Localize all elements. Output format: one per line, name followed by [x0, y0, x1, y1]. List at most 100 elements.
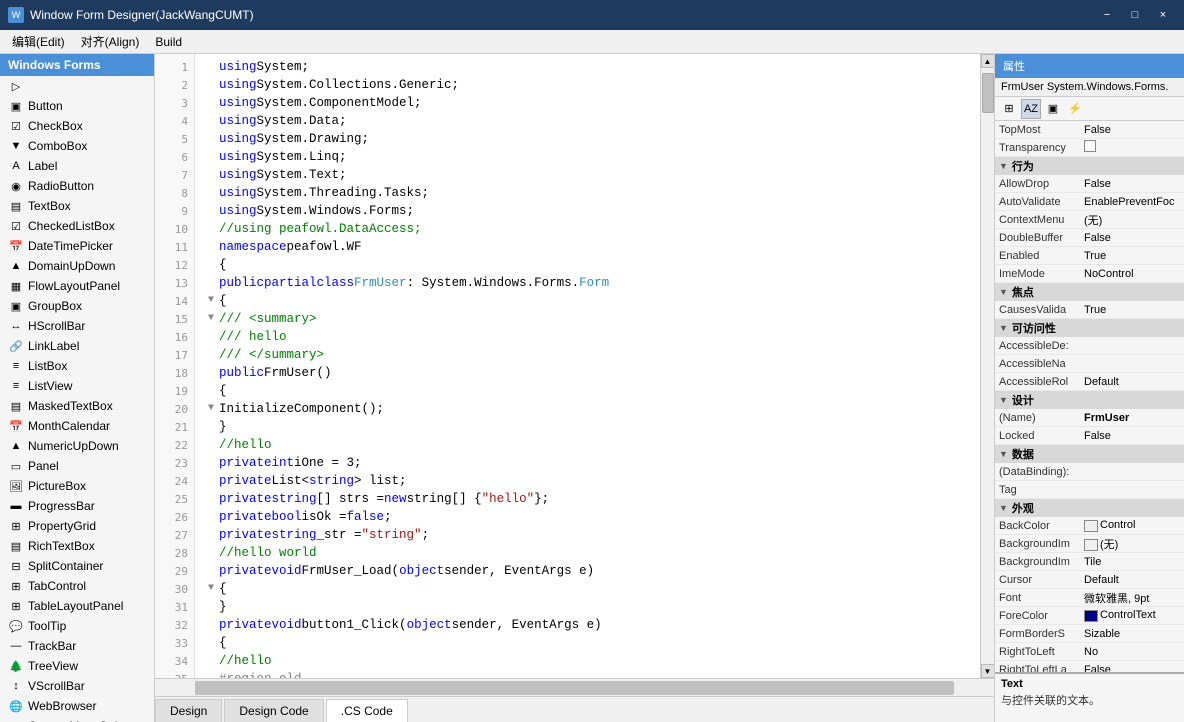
scroll-down-btn[interactable]: ▼ — [981, 664, 995, 678]
prop-row[interactable]: Font微软雅黑, 9pt — [995, 589, 1184, 607]
toolbox-item[interactable]: ▬ProgressBar — [0, 496, 154, 516]
toolbox-item[interactable]: ▤RichTextBox — [0, 536, 154, 556]
toolbox-item[interactable]: ↕VScrollBar — [0, 676, 154, 696]
prop-row[interactable]: ForeColorControlText — [995, 607, 1184, 625]
code-token: partial — [264, 274, 317, 292]
toolbox-item[interactable]: 🖼PictureBox — [0, 476, 154, 496]
prop-row[interactable]: BackgroundIm(无) — [995, 535, 1184, 553]
toolbox-item[interactable]: ⊞TableLayoutPanel — [0, 596, 154, 616]
toolbox-item[interactable]: ▤TextBox — [0, 196, 154, 216]
toolbox-item[interactable]: 🔗LinkLabel — [0, 336, 154, 356]
tab-design[interactable]: Design — [155, 699, 222, 722]
prop-row[interactable]: BackColorControl — [995, 517, 1184, 535]
editor-scrollbar-v[interactable]: ▲ ▼ — [980, 54, 994, 678]
toolbox-item-label: TabControl — [28, 579, 86, 593]
toolbox-item[interactable]: ▲DomainUpDown — [0, 256, 154, 276]
prop-row-causesvalidation[interactable]: CausesValidaTrue — [995, 301, 1184, 319]
toolbox-item[interactable]: ◉RadioButton — [0, 176, 154, 196]
prop-checkbox[interactable] — [1084, 140, 1096, 152]
scroll-up-btn[interactable]: ▲ — [981, 54, 995, 68]
prop-row[interactable]: AllowDropFalse — [995, 175, 1184, 193]
toolbox-item[interactable]: 📅MonthCalendar — [0, 416, 154, 436]
toolbox-item[interactable]: —TrackBar — [0, 636, 154, 656]
prop-row[interactable]: AutoValidateEnablePreventFoc — [995, 193, 1184, 211]
toolbox-item[interactable]: 📅DateTimePicker — [0, 236, 154, 256]
prop-row[interactable]: (DataBinding): — [995, 463, 1184, 481]
toolbox-item[interactable]: ⊟SplitContainer — [0, 556, 154, 576]
section-collapse-btn[interactable]: ▼ — [999, 287, 1008, 297]
prop-row[interactable]: AccessibleNa — [995, 355, 1184, 373]
toolbox-item[interactable]: ⊞TabControl — [0, 576, 154, 596]
prop-row[interactable]: RightToLeftNo — [995, 643, 1184, 661]
toolbox-item[interactable]: ▷ — [0, 76, 154, 96]
fold-marker[interactable]: ▼ — [203, 580, 219, 598]
fold-marker[interactable]: ▼ — [203, 292, 219, 310]
prop-row[interactable]: CursorDefault — [995, 571, 1184, 589]
h-scroll-thumb[interactable] — [195, 681, 954, 695]
toolbox-item[interactable]: ALabel — [0, 156, 154, 176]
section-collapse-btn[interactable]: ▼ — [999, 503, 1008, 513]
toolbox-item[interactable]: ▤MaskedTextBox — [0, 396, 154, 416]
prop-row[interactable]: AccessibleDe: — [995, 337, 1184, 355]
scroll-track[interactable] — [981, 68, 995, 664]
properties-header: 属性 — [995, 54, 1184, 78]
code-token: System.ComponentModel; — [257, 94, 422, 112]
prop-row[interactable]: (Name)FrmUser — [995, 409, 1184, 427]
menu-build[interactable]: Build — [147, 31, 190, 53]
prop-row[interactable]: ImeModeNoControl — [995, 265, 1184, 283]
close-btn[interactable]: × — [1150, 5, 1176, 25]
prop-row[interactable]: FormBorderSSizable — [995, 625, 1184, 643]
editor-scrollbar-h[interactable] — [155, 679, 994, 696]
menu-edit[interactable]: 编辑(Edit) — [4, 31, 73, 53]
code-token: { — [219, 292, 227, 310]
props-props-btn[interactable]: ▣ — [1043, 99, 1063, 119]
toolbox-item[interactable]: ☑CheckedListBox — [0, 216, 154, 236]
code-area[interactable]: using System;using System.Collections.Ge… — [195, 54, 980, 678]
minimize-btn[interactable]: − — [1094, 5, 1120, 25]
toolbox-item[interactable]: ▣GroupBox — [0, 296, 154, 316]
props-categorized-btn[interactable]: ⊞ — [999, 99, 1019, 119]
prop-row[interactable]: DoubleBufferFalse — [995, 229, 1184, 247]
line-number: 10 — [155, 220, 194, 238]
code-token: { — [219, 382, 227, 400]
prop-row[interactable]: AccessibleRolDefault — [995, 373, 1184, 391]
toolbox-item[interactable]: 💬ToolTip — [0, 616, 154, 636]
maximize-btn[interactable]: □ — [1122, 5, 1148, 25]
prop-row[interactable]: LockedFalse — [995, 427, 1184, 445]
toolbox-item[interactable]: ▣Button — [0, 96, 154, 116]
prop-row[interactable]: EnabledTrue — [995, 247, 1184, 265]
fold-marker[interactable]: ▼ — [203, 310, 219, 328]
toolbox-item[interactable]: ▲NumericUpDown — [0, 436, 154, 456]
prop-row[interactable]: ContextMenu(无) — [995, 211, 1184, 229]
props-events-btn[interactable]: ⚡ — [1065, 99, 1085, 119]
prop-value: False — [1080, 430, 1184, 442]
toolbox-item[interactable]: ↔HScrollBar — [0, 316, 154, 336]
fold-marker[interactable]: ▼ — [203, 400, 219, 418]
toolbox-item-icon: ⊟ — [8, 558, 24, 574]
toolbox-item[interactable]: 🌐WebBrowser — [0, 696, 154, 716]
prop-row[interactable]: RightToLeftLaFalse — [995, 661, 1184, 672]
section-collapse-btn[interactable]: ▼ — [999, 323, 1008, 333]
toolbox-item[interactable]: ≡ListBox — [0, 356, 154, 376]
props-alpha-btn[interactable]: AZ — [1021, 99, 1041, 119]
toolbox-item[interactable]: ▭Panel — [0, 456, 154, 476]
toolbox-item[interactable]: ≡ContextMenuStrip — [0, 716, 154, 722]
tab-cs-code[interactable]: .CS Code — [326, 699, 408, 722]
scroll-thumb[interactable] — [982, 73, 994, 113]
menu-align[interactable]: 对齐(Align) — [73, 31, 148, 53]
toolbox-item[interactable]: ▦FlowLayoutPanel — [0, 276, 154, 296]
toolbox-item[interactable]: 🌲TreeView — [0, 656, 154, 676]
section-collapse-btn[interactable]: ▼ — [999, 395, 1008, 405]
toolbox-item[interactable]: ⊞PropertyGrid — [0, 516, 154, 536]
prop-row-topmost[interactable]: TopMostFalse — [995, 121, 1184, 139]
toolbox-item-label: Panel — [28, 459, 59, 473]
toolbox-item[interactable]: ☑CheckBox — [0, 116, 154, 136]
tab-design-code[interactable]: Design Code — [224, 699, 323, 722]
prop-row-transparency[interactable]: Transparency — [995, 139, 1184, 157]
toolbox-item[interactable]: ▼ComboBox — [0, 136, 154, 156]
prop-row[interactable]: BackgroundImTile — [995, 553, 1184, 571]
section-collapse-btn[interactable]: ▼ — [999, 161, 1008, 171]
toolbox-item[interactable]: ≡ListView — [0, 376, 154, 396]
section-collapse-btn[interactable]: ▼ — [999, 449, 1008, 459]
prop-row[interactable]: Tag — [995, 481, 1184, 499]
